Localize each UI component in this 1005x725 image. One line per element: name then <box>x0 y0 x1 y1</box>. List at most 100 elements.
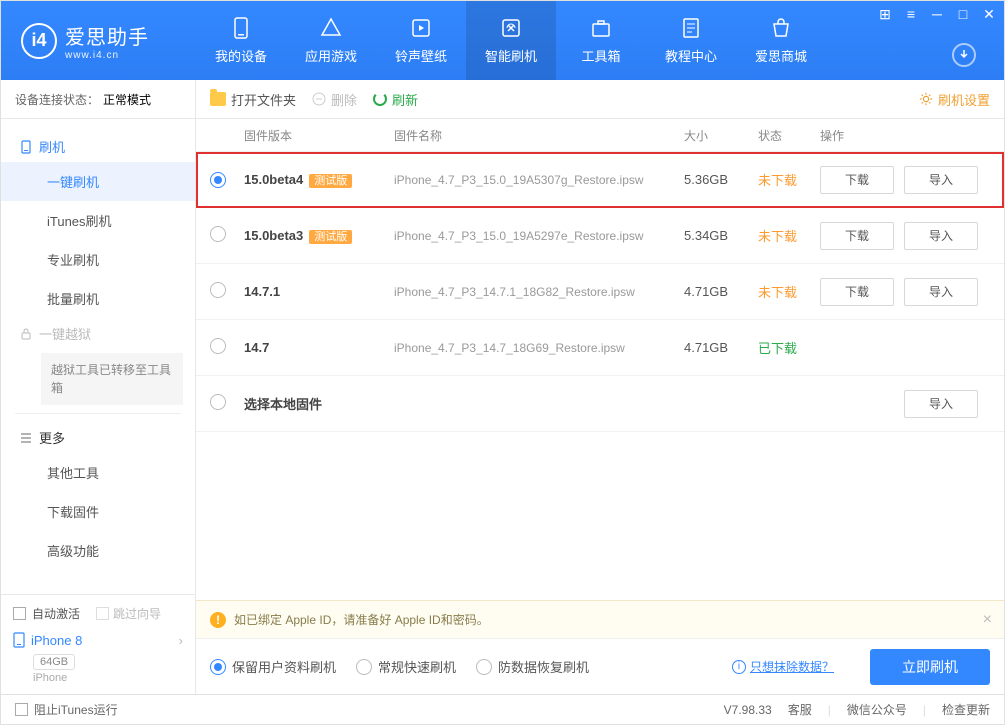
menu-icon[interactable]: ≡ <box>902 5 920 23</box>
nav-icon <box>229 16 253 40</box>
radio-icon[interactable] <box>210 394 226 410</box>
sidebar-item[interactable]: 一键刷机 <box>1 162 195 201</box>
firmware-row[interactable]: 15.0beta4测试版iPhone_4.7_P3_15.0_19A5307g_… <box>196 152 1004 208</box>
phone-icon <box>13 632 25 648</box>
nav-icon <box>769 16 793 40</box>
device-storage: 64GB <box>33 654 75 670</box>
device-name[interactable]: iPhone 8 › <box>13 632 183 648</box>
firmware-table: 15.0beta4测试版iPhone_4.7_P3_15.0_19A5307g_… <box>196 152 1004 600</box>
nav-item-4[interactable]: 工具箱 <box>556 1 646 80</box>
erase-only-link[interactable]: i只想抹除数据？ <box>732 658 834 675</box>
jailbreak-note: 越狱工具已转移至工具箱 <box>41 353 183 405</box>
sidebar-item[interactable]: 下载固件 <box>1 492 195 531</box>
footer-link-support[interactable]: 客服 <box>788 701 812 718</box>
import-button[interactable]: 导入 <box>904 390 978 418</box>
flash-now-button[interactable]: 立即刷机 <box>870 649 990 685</box>
radio-icon[interactable] <box>210 282 226 298</box>
firmware-row[interactable]: 15.0beta3测试版iPhone_4.7_P3_15.0_19A5297e_… <box>196 208 1004 264</box>
option-keep-data[interactable]: 保留用户资料刷机 <box>210 657 336 676</box>
nav-item-1[interactable]: 应用游戏 <box>286 1 376 80</box>
sidebar-head-jailbreak: 一键越狱 <box>1 318 195 349</box>
footer-link-update[interactable]: 检查更新 <box>942 701 990 718</box>
maximize-button[interactable]: □ <box>954 5 972 23</box>
sidebar-item[interactable]: 批量刷机 <box>1 279 195 318</box>
menu-icon <box>19 431 33 445</box>
window-controls: ⊞ ≡ ─ □ ✕ <box>876 5 998 23</box>
sidebar-head-flash[interactable]: 刷机 <box>1 131 195 162</box>
flash-options: 保留用户资料刷机 常规快速刷机 防数据恢复刷机 i只想抹除数据？ 立即刷机 <box>196 638 1004 694</box>
sidebar-item[interactable]: 其他工具 <box>1 453 195 492</box>
nav-icon <box>319 16 343 40</box>
sidebar-item[interactable]: 高级功能 <box>1 531 195 570</box>
radio-icon[interactable] <box>210 172 226 188</box>
nav-item-0[interactable]: 我的设备 <box>196 1 286 80</box>
refresh-icon <box>373 92 387 106</box>
skip-wizard-checkbox[interactable] <box>96 607 109 620</box>
beta-badge: 测试版 <box>309 174 352 188</box>
option-anti-recovery[interactable]: 防数据恢复刷机 <box>476 657 589 676</box>
logo-subtitle: www.i4.cn <box>65 50 149 61</box>
logo-icon: i4 <box>21 23 57 59</box>
delete-icon <box>312 92 326 106</box>
download-button[interactable]: 下载 <box>820 166 894 194</box>
import-button[interactable]: 导入 <box>904 222 978 250</box>
radio-icon[interactable] <box>210 226 226 242</box>
close-button[interactable]: ✕ <box>980 5 998 23</box>
nav-icon <box>589 16 613 40</box>
device-panel: 自动激活 跳过向导 iPhone 8 › 64GB iPhone <box>1 594 195 694</box>
sidebar-item[interactable]: iTunes刷机 <box>1 201 195 240</box>
nav-icon <box>499 16 523 40</box>
nav-icon <box>409 16 433 40</box>
radio-icon[interactable] <box>210 338 226 354</box>
option-normal-flash[interactable]: 常规快速刷机 <box>356 657 456 676</box>
sidebar-item[interactable]: 专业刷机 <box>1 240 195 279</box>
nav-item-3[interactable]: 智能刷机 <box>466 1 556 80</box>
nav-item-5[interactable]: 教程中心 <box>646 1 736 80</box>
minimize-button[interactable]: ─ <box>928 5 946 23</box>
logo: i4 爱思助手 www.i4.cn <box>1 21 196 61</box>
info-icon: i <box>732 660 746 674</box>
nav-item-6[interactable]: 爱思商城 <box>736 1 826 80</box>
block-itunes-checkbox[interactable] <box>15 703 28 716</box>
open-folder-button[interactable]: 打开文件夹 <box>210 90 296 109</box>
tip-close-button[interactable]: × <box>983 611 992 629</box>
refresh-button[interactable]: 刷新 <box>373 90 418 109</box>
warning-icon: ! <box>210 612 226 628</box>
import-button[interactable]: 导入 <box>904 278 978 306</box>
connection-status: 设备连接状态： 正常模式 <box>1 80 195 119</box>
version-label: V7.98.33 <box>724 703 772 717</box>
delete-button[interactable]: 删除 <box>312 90 357 109</box>
beta-badge: 测试版 <box>309 230 352 244</box>
grid-icon[interactable]: ⊞ <box>876 5 894 23</box>
firmware-row[interactable]: 14.7iPhone_4.7_P3_14.7_18G69_Restore.ips… <box>196 320 1004 376</box>
toolbar: 打开文件夹 删除 刷新 刷机设置 <box>196 80 1004 119</box>
download-button[interactable]: 下载 <box>820 278 894 306</box>
nav-icon <box>679 16 703 40</box>
radio-icon <box>210 659 226 675</box>
sidebar-head-more[interactable]: 更多 <box>1 422 195 453</box>
nav-item-2[interactable]: 铃声壁纸 <box>376 1 466 80</box>
device-type: iPhone <box>33 672 183 684</box>
folder-icon <box>210 92 226 106</box>
download-button[interactable]: 下载 <box>820 222 894 250</box>
logo-title: 爱思助手 <box>65 21 149 50</box>
auto-activate-checkbox[interactable] <box>13 607 26 620</box>
main-nav: 我的设备应用游戏铃声壁纸智能刷机工具箱教程中心爱思商城 <box>196 1 826 80</box>
radio-icon <box>356 659 372 675</box>
main-content: 打开文件夹 删除 刷新 刷机设置 固件版本 固件名称 大小 状态 操作 15.0… <box>196 80 1004 694</box>
footer: 阻止iTunes运行 V7.98.33 客服 | 微信公众号 | 检查更新 <box>1 694 1004 724</box>
flash-settings-button[interactable]: 刷机设置 <box>919 90 990 109</box>
app-header: i4 爱思助手 www.i4.cn 我的设备应用游戏铃声壁纸智能刷机工具箱教程中… <box>1 1 1004 80</box>
footer-link-wechat[interactable]: 微信公众号 <box>847 701 907 718</box>
local-firmware-row[interactable]: 选择本地固件导入 <box>196 376 1004 432</box>
sidebar: 设备连接状态： 正常模式 刷机 一键刷机iTunes刷机专业刷机批量刷机 一键越… <box>1 80 196 694</box>
gear-icon <box>919 92 933 106</box>
chevron-right-icon: › <box>179 633 183 648</box>
download-indicator-icon[interactable] <box>952 43 976 67</box>
import-button[interactable]: 导入 <box>904 166 978 194</box>
radio-icon <box>476 659 492 675</box>
tip-bar: ! 如已绑定 Apple ID，请准备好 Apple ID和密码。 × <box>196 600 1004 638</box>
table-header: 固件版本 固件名称 大小 状态 操作 <box>196 119 1004 152</box>
lock-icon <box>19 327 33 341</box>
firmware-row[interactable]: 14.7.1iPhone_4.7_P3_14.7.1_18G82_Restore… <box>196 264 1004 320</box>
